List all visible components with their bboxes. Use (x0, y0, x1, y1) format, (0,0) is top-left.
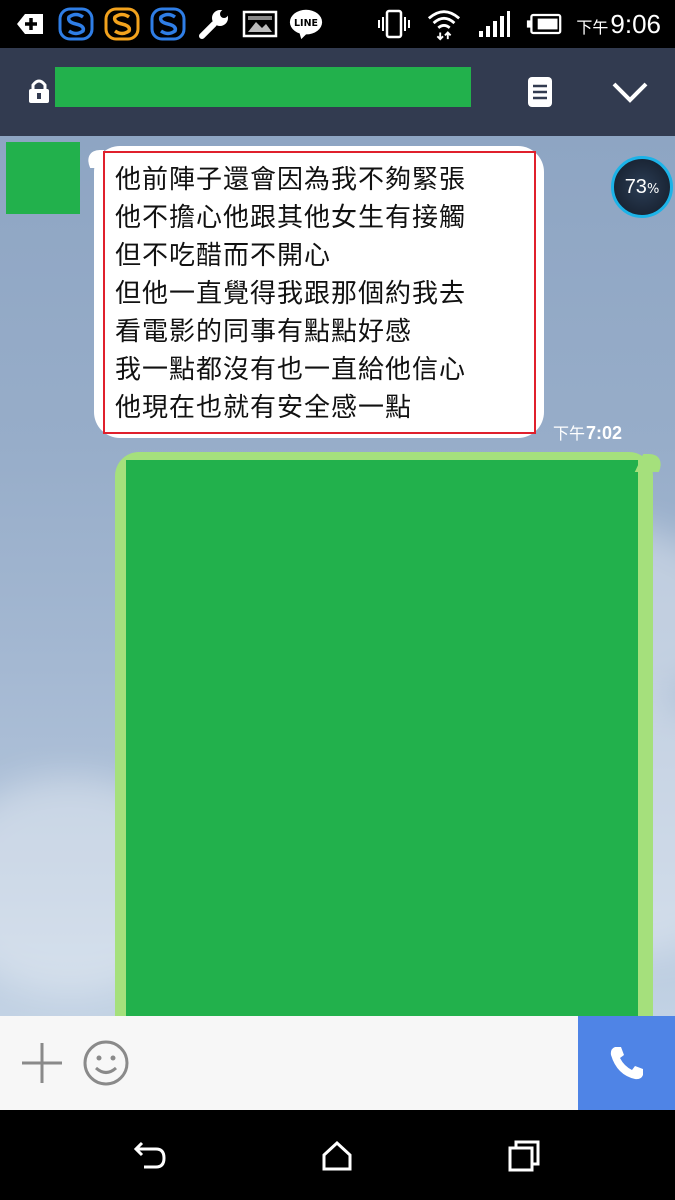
recents-icon (508, 1140, 540, 1172)
clock-time: 9:06 (610, 8, 661, 39)
message-line: 但他一直覺得我跟那個約我去 (115, 279, 467, 309)
signal-icon (476, 6, 512, 42)
home-button[interactable] (315, 1134, 359, 1178)
input-bar (0, 1016, 675, 1110)
wifi-icon (426, 6, 462, 42)
incoming-message-bubble[interactable]: 他前陣子還會因為我不夠緊張 他不擔心他跟其他女生有接觸 但不吃醋而不開心 但他一… (94, 146, 544, 438)
add-button[interactable] (18, 1039, 66, 1087)
badge-value: 73 (624, 175, 647, 198)
message-timestamp: 下午 7:02 (553, 420, 622, 444)
notes-button[interactable] (520, 72, 560, 112)
status-bar: LINE 下午 9:06 (0, 0, 675, 48)
vibrate-icon (376, 6, 412, 42)
status-clock: 下午 9:06 (576, 9, 661, 40)
system-nav-bar (0, 1110, 675, 1200)
s-app-icon-blue (58, 6, 94, 42)
chat-header (0, 48, 675, 136)
message-line: 看電影的同事有點點好感 (115, 317, 413, 347)
notes-icon (528, 77, 552, 107)
message-line: 他現在也就有安全感一點 (115, 393, 413, 423)
call-button[interactable] (578, 1016, 675, 1110)
clock-period: 下午 (576, 17, 609, 37)
chevron-down-button[interactable] (610, 72, 650, 112)
battery-icon (526, 6, 562, 42)
home-icon (322, 1140, 352, 1171)
add-notification-icon (12, 6, 48, 42)
notification-icons: LINE (12, 6, 324, 42)
system-status-icons: 下午 9:06 (376, 6, 661, 42)
lock-icon (28, 78, 50, 108)
plus-icon (22, 1043, 62, 1083)
wrench-icon (196, 6, 232, 42)
chat-area[interactable]: 他前陣子還會因為我不夠緊張 他不擔心他跟其他女生有接觸 但不吃醋而不開心 但他一… (0, 136, 675, 1016)
chat-title-redacted (55, 67, 471, 107)
avatar[interactable] (6, 142, 80, 214)
recents-button[interactable] (502, 1134, 546, 1178)
badge-unit: % (646, 182, 660, 197)
chevron-down-icon (612, 82, 648, 103)
floating-percentage-badge[interactable]: 73 % (611, 156, 673, 218)
message-line: 但不吃醋而不開心 (115, 241, 332, 271)
message-line: 我一點都沒有也一直給他信心 (115, 355, 467, 385)
message-line: 他不擔心他跟其他女生有接觸 (115, 203, 467, 233)
timestamp-period: 下午 (553, 424, 586, 443)
timestamp-time: 7:02 (586, 423, 623, 443)
line-app-icon: LINE (288, 6, 324, 42)
phone-icon (610, 1047, 643, 1080)
highlight-box: 他前陣子還會因為我不夠緊張 他不擔心他跟其他女生有接觸 但不吃醋而不開心 但他一… (103, 151, 536, 434)
image-icon (242, 6, 278, 42)
line-app-label: LINE (294, 18, 318, 29)
emoji-icon (83, 1040, 129, 1086)
redacted-content (126, 460, 638, 1016)
outgoing-message-bubble[interactable] (115, 452, 653, 1016)
s-app-icon-orange (104, 6, 140, 42)
s-app-icon-blue-2 (150, 6, 186, 42)
back-icon (133, 1141, 166, 1169)
message-line: 他前陣子還會因為我不夠緊張 (115, 165, 467, 195)
back-button[interactable] (128, 1134, 172, 1178)
emoji-button[interactable] (82, 1039, 130, 1087)
